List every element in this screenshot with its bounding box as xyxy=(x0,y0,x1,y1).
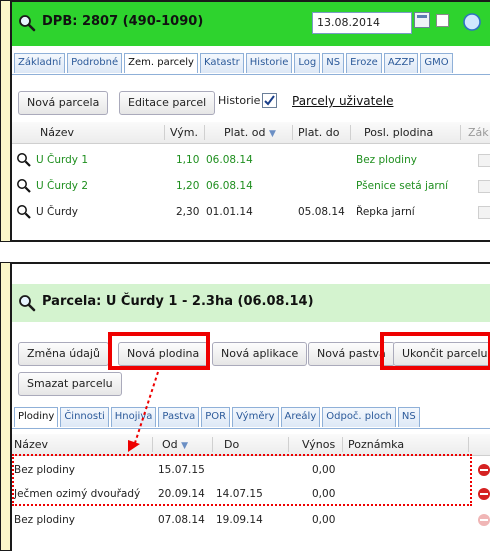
highlight-new-rows xyxy=(12,454,472,506)
